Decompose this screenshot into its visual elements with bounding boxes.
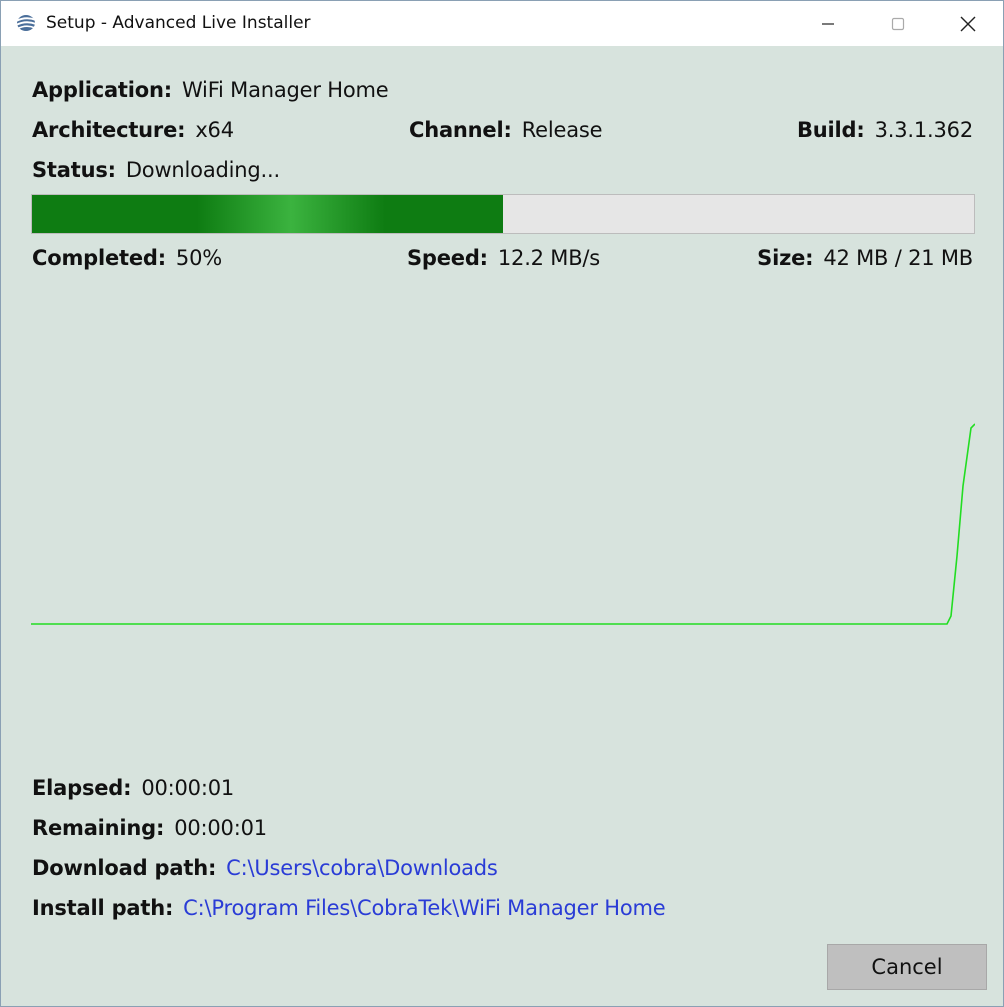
minimize-icon	[822, 22, 834, 25]
size-label: Size:	[757, 246, 814, 270]
remaining-value: 00:00:01	[174, 816, 267, 840]
speed-graph	[31, 423, 975, 625]
install-path-link[interactable]: C:\Program Files\CobraTek\WiFi Manager H…	[183, 896, 666, 920]
maximize-icon	[891, 17, 905, 30]
architecture-value: x64	[195, 118, 234, 142]
remaining-row: Remaining: 00:00:01	[32, 816, 267, 840]
speed-label: Speed:	[407, 246, 488, 270]
architecture-row: Architecture: x64	[32, 118, 234, 142]
build-label: Build:	[797, 118, 865, 142]
size-value: 42 MB / 21 MB	[823, 246, 973, 270]
installer-content: Application: WiFi Manager Home Architectu…	[1, 46, 1003, 1006]
maximize-button[interactable]	[863, 1, 933, 46]
speed-value: 12.2 MB/s	[497, 246, 601, 270]
download-progress-bar	[31, 194, 975, 234]
channel-value: Release	[521, 118, 603, 142]
speed-row: Speed: 12.2 MB/s	[407, 246, 600, 270]
install-path-row: Install path: C:\Program Files\CobraTek\W…	[32, 896, 666, 920]
speed-graph-line	[31, 423, 975, 625]
window-title: Setup - Advanced Live Installer	[46, 13, 311, 33]
download-path-label: Download path:	[32, 856, 217, 880]
application-value: WiFi Manager Home	[181, 78, 389, 102]
status-value: Downloading...	[125, 158, 280, 182]
completed-label: Completed:	[32, 246, 166, 270]
close-icon	[960, 16, 976, 31]
completed-value: 50%	[175, 246, 222, 270]
close-button[interactable]	[933, 1, 1003, 46]
remaining-label: Remaining:	[32, 816, 165, 840]
installer-window: Setup - Advanced Live Installer Applicat…	[0, 0, 1004, 1007]
status-row: Status: Downloading...	[32, 158, 280, 182]
cancel-button[interactable]: Cancel	[827, 944, 987, 990]
completed-row: Completed: 50%	[32, 246, 222, 270]
build-row: Build: 3.3.1.362	[797, 118, 973, 142]
progress-fill	[32, 195, 503, 233]
elapsed-label: Elapsed:	[32, 776, 132, 800]
application-label: Application:	[32, 78, 172, 102]
elapsed-row: Elapsed: 00:00:01	[32, 776, 234, 800]
channel-row: Channel: Release	[409, 118, 603, 142]
title-bar: Setup - Advanced Live Installer	[1, 1, 1003, 46]
download-path-row: Download path: C:\Users\cobra\Downloads	[32, 856, 498, 880]
architecture-label: Architecture:	[32, 118, 186, 142]
status-label: Status:	[32, 158, 116, 182]
application-row: Application: WiFi Manager Home	[32, 78, 389, 102]
channel-label: Channel:	[409, 118, 512, 142]
download-path-link[interactable]: C:\Users\cobra\Downloads	[226, 856, 498, 880]
install-path-label: Install path:	[32, 896, 174, 920]
elapsed-value: 00:00:01	[141, 776, 235, 800]
minimize-button[interactable]	[793, 1, 863, 46]
size-row: Size: 42 MB / 21 MB	[757, 246, 973, 270]
build-value: 3.3.1.362	[874, 118, 974, 142]
installer-logo-icon	[15, 15, 37, 31]
